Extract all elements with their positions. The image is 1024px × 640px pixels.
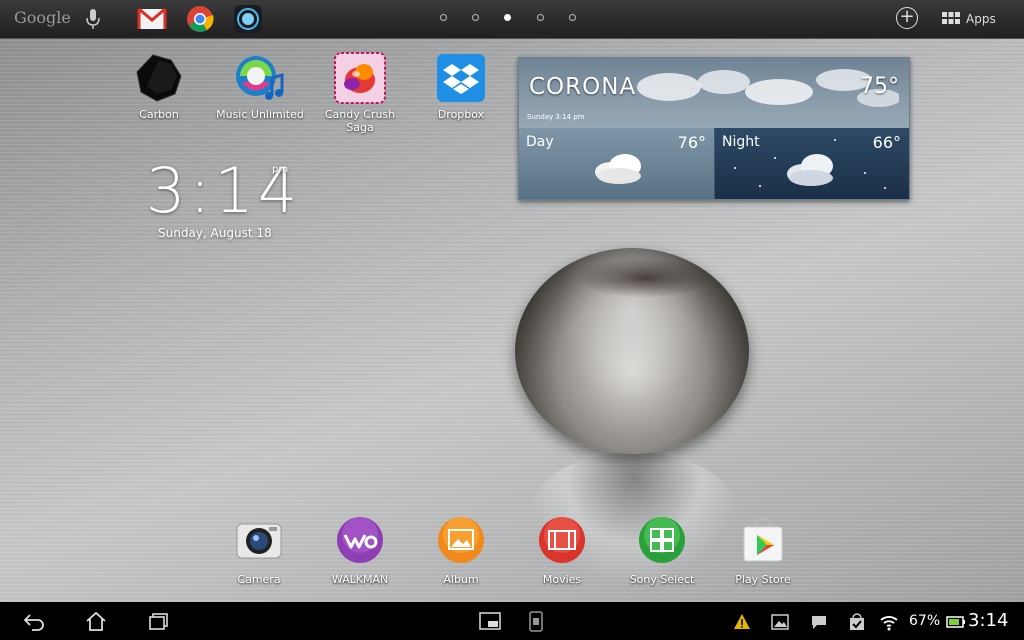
weather-current-temp: 75° [860, 74, 899, 99]
dock-label: Sony Select [629, 573, 695, 586]
shortcut-candy-crush[interactable]: Candy Crush Saga [310, 52, 410, 134]
google-search-label[interactable]: Google [14, 8, 71, 27]
dock-label: Album [443, 573, 479, 586]
album-icon [438, 517, 484, 563]
shortcut-label: Carbon [139, 108, 179, 121]
dock-camera[interactable]: Camera [209, 515, 309, 586]
weather-city: CORONA [529, 74, 637, 100]
music-unlimited-icon [236, 56, 284, 100]
add-widget-button[interactable]: + [896, 7, 918, 29]
clock-ampm: pm [272, 164, 289, 175]
sony-select-icon [639, 517, 685, 563]
weather-widget[interactable]: CORONA 75° Sunday 3:14 pm Day 76° Night … [518, 57, 910, 200]
shortcut-label: Candy Crush Saga [324, 108, 396, 134]
clouds-icon [637, 69, 899, 107]
weather-night-temp: 66° [872, 133, 901, 152]
apps-label: Apps [966, 12, 996, 26]
dock-movies[interactable]: Movies [512, 515, 612, 586]
navigation-bar: 67% 3:14 [0, 602, 1024, 640]
chrome-icon[interactable] [185, 4, 215, 34]
weather-night-forecast: Night 66° [715, 128, 909, 199]
page-dot[interactable] [472, 14, 479, 21]
sphere-highlight [575, 258, 715, 298]
apps-grid-icon [942, 12, 960, 24]
gmail-icon[interactable] [137, 4, 167, 34]
dock-play-store[interactable]: Play Store [713, 515, 813, 586]
dock-label: WALKMAN [331, 573, 389, 586]
camera-icon [236, 523, 282, 559]
play-store-icon [743, 518, 783, 562]
dock-label: Camera [237, 573, 281, 586]
page-dot[interactable] [440, 14, 447, 21]
page-dot[interactable] [537, 14, 544, 21]
page-dot[interactable] [569, 14, 576, 21]
home-icon[interactable] [84, 610, 108, 632]
weather-day-temp: 76° [677, 133, 706, 152]
carbon-icon [136, 54, 182, 102]
dock-walkman[interactable]: WALKMAN [310, 515, 410, 586]
clock-date: Sunday, August 18 [158, 226, 272, 240]
dropbox-icon [437, 54, 485, 102]
small-apps-icon[interactable] [478, 610, 502, 632]
weather-day-label: Day [526, 134, 554, 150]
page-dot-active[interactable] [504, 14, 511, 21]
dock-album[interactable]: Album [411, 515, 511, 586]
clock-widget[interactable]: 3:14 pm Sunday, August 18 [146, 158, 301, 241]
dock-sony-select[interactable]: Sony Select [612, 515, 712, 586]
movies-icon [539, 517, 585, 563]
top-bar: Google + Apps [0, 0, 1024, 39]
status-bar-time: 3:14 [968, 610, 1009, 631]
circle-app-icon[interactable] [233, 4, 263, 34]
cloud-icon [595, 154, 641, 184]
dock-label: Movies [542, 573, 582, 586]
microphone-icon[interactable] [83, 7, 103, 31]
phone-connection-icon[interactable] [524, 610, 548, 632]
walkman-icon [337, 517, 383, 563]
shortcut-carbon[interactable]: Carbon [109, 52, 209, 121]
weather-night-label: Night [722, 134, 760, 150]
dock-label: Play Store [735, 573, 791, 586]
battery-icon[interactable] [946, 613, 966, 631]
screenshot-notification-icon[interactable] [771, 613, 789, 631]
message-notification-icon[interactable] [810, 613, 828, 631]
weather-day-forecast: Day 76° [519, 128, 714, 199]
weather-updated-time: Sunday 3:14 pm [527, 113, 585, 121]
recent-apps-icon[interactable] [147, 610, 171, 632]
shortcut-label: Music Unlimited [216, 108, 304, 121]
warning-icon[interactable] [733, 613, 751, 631]
shortcut-dropbox[interactable]: Dropbox [411, 52, 511, 121]
wifi-icon[interactable] [880, 613, 898, 631]
back-icon[interactable] [22, 610, 46, 632]
shortcut-label: Dropbox [437, 108, 485, 121]
battery-percent: 67% [909, 613, 941, 629]
weather-current: CORONA 75° Sunday 3:14 pm [519, 58, 909, 128]
candy-crush-icon [334, 52, 386, 104]
shortcut-music-unlimited[interactable]: Music Unlimited [210, 52, 310, 121]
download-complete-icon[interactable] [848, 613, 866, 631]
